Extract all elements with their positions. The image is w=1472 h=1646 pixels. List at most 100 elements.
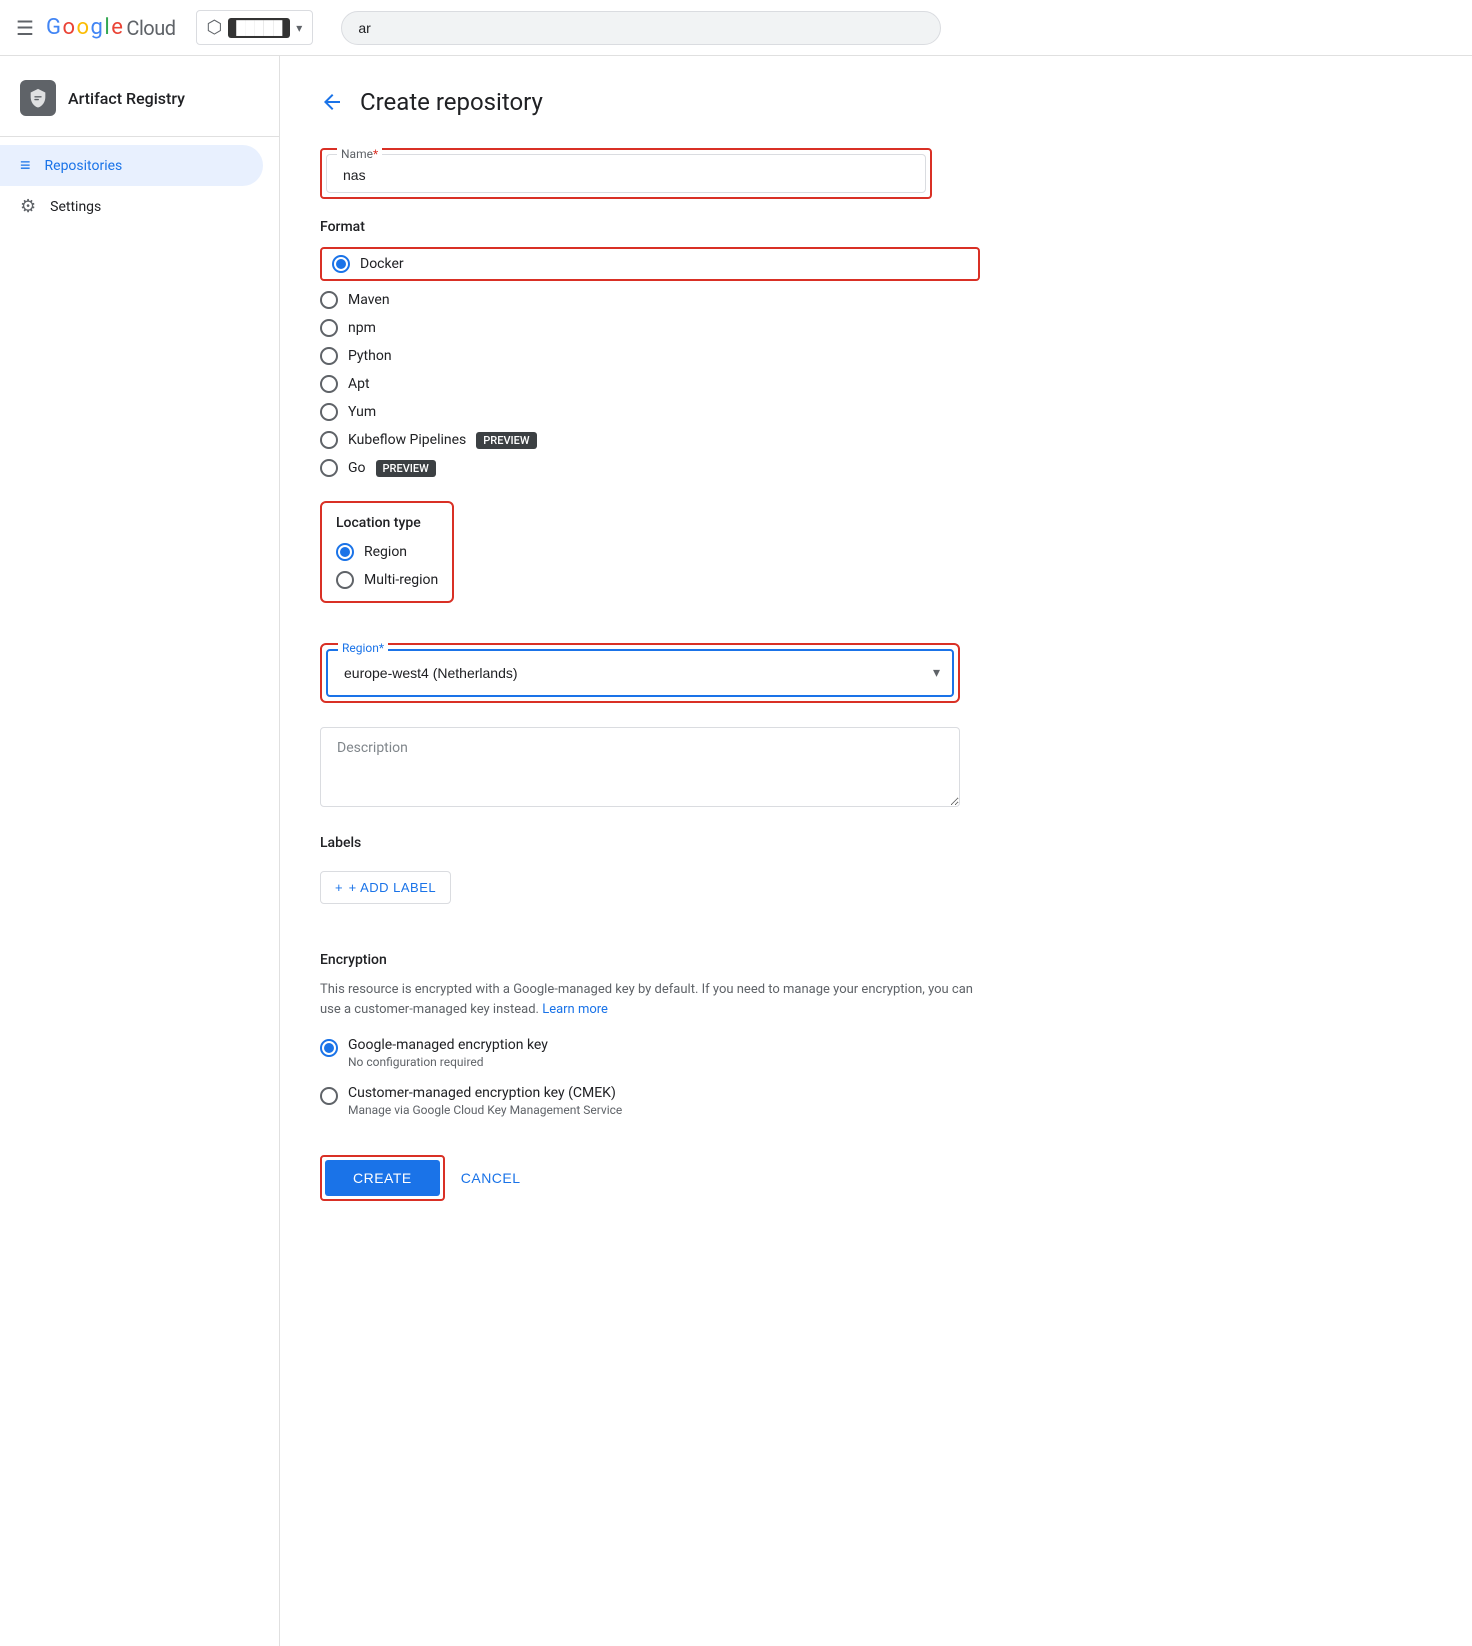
- format-npm-label: npm: [348, 320, 376, 336]
- format-yum-label: Yum: [348, 404, 376, 420]
- sidebar-title: Artifact Registry: [68, 89, 185, 108]
- sidebar-nav: ≡ Repositories ⚙ Settings: [0, 137, 279, 227]
- format-maven[interactable]: Maven: [320, 291, 980, 309]
- sidebar-header: Artifact Registry: [0, 64, 279, 137]
- labels-section: Labels + + ADD LABEL: [320, 835, 980, 928]
- encryption-google-sublabel: No configuration required: [348, 1055, 548, 1069]
- format-docker[interactable]: Docker: [332, 255, 404, 273]
- action-bar: CREATE CANCEL: [320, 1155, 980, 1201]
- cancel-button[interactable]: CANCEL: [461, 1170, 521, 1186]
- location-multiregion[interactable]: Multi-region: [336, 571, 438, 589]
- add-label-button[interactable]: + + ADD LABEL: [320, 871, 451, 904]
- encryption-label: Encryption: [320, 952, 980, 968]
- encryption-section: Encryption This resource is encrypted wi…: [320, 952, 980, 1123]
- artifact-registry-icon: [20, 80, 56, 116]
- name-field-highlighted: Name*: [320, 148, 932, 199]
- location-type-radio-group: Region Multi-region: [336, 543, 438, 589]
- radio-docker-outer: [332, 255, 350, 273]
- add-label-plus-icon: +: [335, 880, 343, 895]
- encryption-google[interactable]: Google-managed encryption key No configu…: [320, 1031, 980, 1075]
- encryption-cmek-label: Customer-managed encryption key (CMEK): [348, 1085, 622, 1101]
- main-content: Create repository Name* Format: [280, 56, 1472, 1646]
- radio-google-key-outer: [320, 1039, 338, 1057]
- create-button[interactable]: CREATE: [325, 1160, 440, 1196]
- format-docker-label: Docker: [360, 256, 404, 272]
- project-selector[interactable]: ⬡ █████ ▾: [196, 10, 314, 45]
- region-label: Region*: [338, 641, 388, 655]
- radio-cmek-outer: [320, 1087, 338, 1105]
- sidebar-item-settings[interactable]: ⚙ Settings: [0, 186, 263, 227]
- format-section: Format Docker Maven: [320, 219, 980, 477]
- radio-region-inner: [340, 547, 350, 557]
- radio-yum-outer: [320, 403, 338, 421]
- region-field-container: Region* europe-west4 (Netherlands) us-ce…: [326, 649, 954, 697]
- radio-multiregion-outer: [336, 571, 354, 589]
- go-preview-badge: PREVIEW: [376, 460, 436, 477]
- format-python-label: Python: [348, 348, 392, 364]
- topbar: ☰ Google Cloud ⬡ █████ ▾: [0, 0, 1472, 56]
- project-dots-icon: ⬡: [207, 17, 223, 38]
- encryption-cmek[interactable]: Customer-managed encryption key (CMEK) M…: [320, 1079, 980, 1123]
- radio-region-outer: [336, 543, 354, 561]
- radio-python-outer: [320, 347, 338, 365]
- radio-go-outer: [320, 459, 338, 477]
- format-npm[interactable]: npm: [320, 319, 980, 337]
- format-kubeflow[interactable]: Kubeflow Pipelines PREVIEW: [320, 431, 980, 449]
- radio-kubeflow-outer: [320, 431, 338, 449]
- format-maven-label: Maven: [348, 292, 390, 308]
- location-region[interactable]: Region: [336, 543, 438, 561]
- region-field-highlighted: Region* europe-west4 (Netherlands) us-ce…: [320, 643, 960, 703]
- name-label: Name*: [337, 147, 382, 161]
- name-input[interactable]: [343, 167, 909, 183]
- format-go[interactable]: Go PREVIEW: [320, 459, 980, 477]
- settings-icon: ⚙: [20, 196, 36, 217]
- format-apt-label: Apt: [348, 376, 370, 392]
- repositories-icon: ≡: [20, 155, 31, 176]
- format-python[interactable]: Python: [320, 347, 980, 365]
- location-type-highlighted: Location type Region Multi-region: [320, 501, 454, 603]
- create-button-highlighted: CREATE: [320, 1155, 445, 1201]
- google-logo: Google Cloud: [46, 15, 176, 40]
- add-label-text: + ADD LABEL: [349, 880, 437, 895]
- location-type-label: Location type: [336, 515, 438, 531]
- encryption-google-label: Google-managed encryption key: [348, 1037, 548, 1053]
- region-select[interactable]: europe-west4 (Netherlands) us-central1 (…: [328, 651, 952, 695]
- format-radio-group: Docker Maven npm Python: [320, 247, 980, 477]
- page-title: Create repository: [360, 88, 543, 116]
- encryption-cmek-text: Customer-managed encryption key (CMEK) M…: [348, 1085, 622, 1117]
- menu-icon[interactable]: ☰: [16, 16, 34, 40]
- radio-docker-inner: [336, 259, 346, 269]
- chevron-down-icon: ▾: [296, 21, 302, 35]
- location-multiregion-label: Multi-region: [364, 572, 438, 588]
- sidebar-item-repositories[interactable]: ≡ Repositories: [0, 145, 263, 186]
- sidebar-item-label-settings: Settings: [50, 199, 101, 215]
- kubeflow-preview-badge: PREVIEW: [476, 432, 536, 449]
- labels-label: Labels: [320, 835, 980, 851]
- encryption-description: This resource is encrypted with a Google…: [320, 980, 980, 1019]
- sidebar-item-label-repositories: Repositories: [45, 158, 123, 174]
- format-kubeflow-label: Kubeflow Pipelines: [348, 432, 466, 448]
- learn-more-link[interactable]: Learn more: [542, 1002, 608, 1017]
- sidebar: Artifact Registry ≡ Repositories ⚙ Setti…: [0, 56, 280, 1646]
- radio-google-key-inner: [324, 1043, 334, 1053]
- name-field-container: Name*: [326, 154, 926, 193]
- create-repository-form: Name* Format Docker: [320, 148, 980, 1201]
- description-input[interactable]: [320, 727, 960, 807]
- back-button[interactable]: [320, 90, 344, 114]
- encryption-google-text: Google-managed encryption key No configu…: [348, 1037, 548, 1069]
- page-header: Create repository: [320, 88, 1432, 116]
- encryption-radio-group: Google-managed encryption key No configu…: [320, 1031, 980, 1123]
- format-yum[interactable]: Yum: [320, 403, 980, 421]
- search-input[interactable]: [341, 11, 941, 45]
- radio-apt-outer: [320, 375, 338, 393]
- radio-npm-outer: [320, 319, 338, 337]
- project-name: █████: [228, 18, 290, 38]
- location-region-label: Region: [364, 544, 407, 560]
- description-section: [320, 727, 980, 811]
- format-label: Format: [320, 219, 980, 235]
- format-go-label: Go: [348, 460, 366, 476]
- radio-maven-outer: [320, 291, 338, 309]
- encryption-cmek-sublabel: Manage via Google Cloud Key Management S…: [348, 1103, 622, 1117]
- format-apt[interactable]: Apt: [320, 375, 980, 393]
- format-docker-highlighted: Docker: [320, 247, 980, 281]
